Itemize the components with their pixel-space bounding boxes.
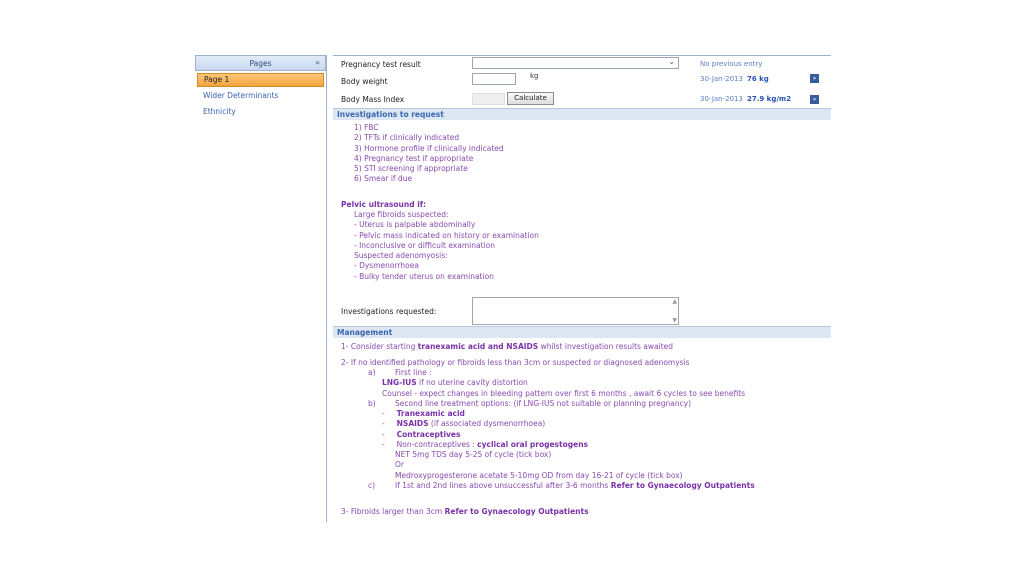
list-item: - Pelvic mass indicated on history or ex… <box>354 230 539 240</box>
pelvic-title: Pelvic ultrasound if: <box>341 200 427 209</box>
options-list: - Tranexamic acid - NSAIDS (if associate… <box>382 409 588 450</box>
option-a-marker: a) <box>368 368 376 377</box>
opt-nsaids: NSAIDS <box>396 419 429 429</box>
option-c-pre: If 1st and 2nd lines above unsuccessful … <box>395 481 611 490</box>
management-item-1-pre: 1- Consider starting <box>341 342 418 351</box>
weight-input[interactable] <box>472 73 516 85</box>
large-fibroids-label: Large fibroids suspected: <box>354 210 449 219</box>
list-item: - Contraceptives <box>382 429 461 439</box>
nav-item-page-1[interactable]: Page 1 <box>197 73 324 87</box>
opt-contraceptives: Contraceptives <box>396 429 461 439</box>
list-item: 4) Pregnancy test if appropriate <box>354 153 474 163</box>
management-item-1-bold: tranexamic acid and NSAIDS <box>417 342 539 351</box>
main-content: Pregnancy test result ⌄ No previous entr… <box>333 55 831 522</box>
counsel-line: Counsel - expect changes in bleeding pat… <box>382 389 746 398</box>
weight-label: Body weight <box>341 77 388 86</box>
chevron-down-icon: ⌄ <box>668 57 675 66</box>
bmi-label: Body Mass Index <box>341 95 405 104</box>
pregnancy-label: Pregnancy test result <box>341 60 421 69</box>
option-a-text: First line : <box>395 368 432 377</box>
lng-ius-bold: LNG-IUS <box>382 378 417 387</box>
investigations-list: 1) FBC 2) TFTs if clinically indicated 3… <box>354 123 504 185</box>
investigations-requested-label: Investigations requested: <box>341 307 437 316</box>
opt-nsaids-post: (if associated dysmenorrhoea) <box>428 419 546 429</box>
pregnancy-select[interactable]: ⌄ <box>472 57 679 69</box>
list-item: 3) Hormone profile if clinically indicat… <box>354 143 504 153</box>
option-c-bold: Refer to Gynaecology Outpatients <box>610 481 755 490</box>
medroxy-line: Medroxyprogesterone acetate 5-10mg OD fr… <box>395 471 683 480</box>
or-line: Or <box>395 460 404 469</box>
management-item-1: 1- Consider starting tranexamic acid and… <box>341 342 673 352</box>
calculate-button[interactable]: Calculate <box>507 92 554 105</box>
list-item: - Bulky tender uterus on examination <box>354 271 494 281</box>
list-item: - Uterus is palpable abdominally <box>354 220 476 230</box>
bmi-value-field <box>472 93 505 105</box>
opt-tranexamic: Tranexamic acid <box>396 409 465 418</box>
pages-panel: Pages « Page 1 Wider Determinants Ethnic… <box>195 55 327 522</box>
lng-ius-line: LNG-IUS if no uterine cavity distortion <box>382 378 528 388</box>
list-item: - Tranexamic acid <box>382 409 465 418</box>
management-header: Management <box>333 326 831 338</box>
bmi-prev-date: 30-Jan-2013 <box>700 95 743 103</box>
investigations-requested-textarea[interactable]: ▲ ▼ <box>472 297 679 325</box>
option-c-text: If 1st and 2nd lines above unsuccessful … <box>395 481 755 491</box>
weight-prev-value: 76 kg <box>746 75 769 83</box>
management-item-3-bold: Refer to Gynaecology Outpatients <box>444 507 589 516</box>
management-item-3: 3- Fibroids larger than 3cm Refer to Gyn… <box>341 507 589 517</box>
collapse-icon[interactable]: « <box>315 58 320 67</box>
list-item: - NSAIDS (if associated dysmenorrhoea) <box>382 419 546 429</box>
weight-unit: kg <box>530 72 539 80</box>
net-line: NET 5mg TDS day 5-25 of cycle (tick box) <box>395 450 552 459</box>
list-item: 5) STI screening if appropriate <box>354 164 468 174</box>
option-c-marker: c) <box>368 481 376 490</box>
bmi-prev-value: 27.9 kg/m2 <box>746 95 792 103</box>
list-item: 1) FBC <box>354 123 379 132</box>
management-item-3-pre: 3- Fibroids larger than 3cm <box>341 507 445 516</box>
management-item-1-post: whilst investigation results awaited <box>538 342 674 351</box>
list-item: - Non-contraceptives : cyclical oral pro… <box>382 439 589 449</box>
pages-panel-title: Pages <box>249 58 272 68</box>
investigations-header: Investigations to request <box>333 108 831 120</box>
list-item: - Dysmenorrhoea <box>354 261 419 271</box>
bmi-history-button[interactable]: » <box>810 95 819 104</box>
pelvic-criteria: Large fibroids suspected: - Uterus is pa… <box>354 210 539 282</box>
scroll-up-icon[interactable]: ▲ <box>672 298 677 305</box>
weight-history-button[interactable]: » <box>810 74 819 83</box>
management-item-2: 2- If no identified pathology or fibroid… <box>341 358 690 367</box>
opt-noncontra-pre: Non-contraceptives : <box>396 439 478 449</box>
adenomyosis-label: Suspected adenomyosis: <box>354 251 448 261</box>
list-item: 6) Smear if due <box>354 174 413 184</box>
nav-item-wider-determinants[interactable]: Wider Determinants <box>195 88 326 104</box>
pages-panel-header: Pages « <box>195 55 326 71</box>
lng-ius-post: if no uterine cavity distortion <box>416 378 528 387</box>
option-b-marker: b) <box>368 399 376 408</box>
option-b-text: Second line treatment options: (if LNG-I… <box>395 399 692 408</box>
bmi-row: Body Mass Index Calculate 30-Jan-2013 27.… <box>333 90 831 107</box>
weight-row: Body weight kg 30-Jan-2013 76 kg » <box>333 71 831 88</box>
weight-prev-date: 30-Jan-2013 <box>700 75 743 83</box>
bmi-previous: 30-Jan-2013 27.9 kg/m2 <box>700 95 791 103</box>
pregnancy-previous: No previous entry <box>700 60 763 68</box>
opt-noncontra-bold: cyclical oral progestogens <box>477 439 589 449</box>
list-item: 2) TFTs if clinically indicated <box>354 133 460 143</box>
list-item: - Inconclusive or difficult examination <box>354 240 495 250</box>
nav-item-ethnicity[interactable]: Ethnicity <box>195 104 326 120</box>
scroll-down-icon[interactable]: ▼ <box>672 317 677 324</box>
weight-previous: 30-Jan-2013 76 kg <box>700 75 769 83</box>
